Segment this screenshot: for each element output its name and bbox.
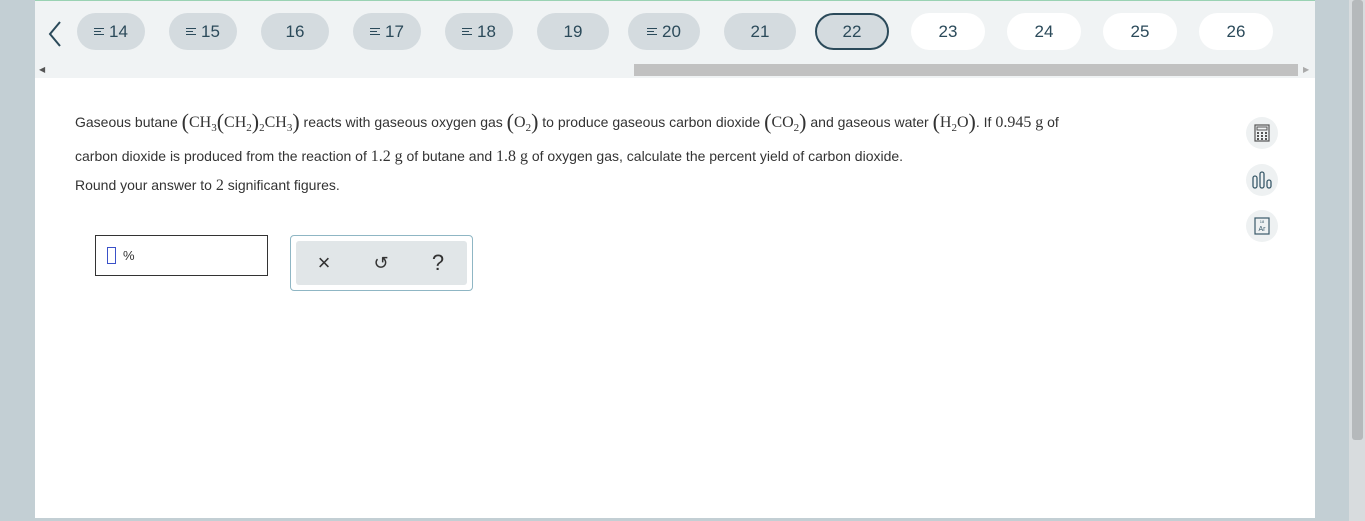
data-chart-icon — [1252, 171, 1272, 189]
formula-part: CH — [224, 114, 247, 131]
question-line-2: carbon dioxide is produced from the reac… — [75, 142, 1225, 171]
data-chart-button[interactable] — [1246, 164, 1278, 196]
periodic-symbol: Ar — [1259, 226, 1267, 233]
question-number: 15 — [201, 21, 220, 41]
question-button-24[interactable]: 24 — [1007, 13, 1081, 50]
open-paren: ( — [216, 109, 225, 134]
answer-tools-panel: × ↺ ? — [290, 235, 473, 291]
question-text-segment: significant figures. — [223, 177, 340, 194]
oxygen-formula: O2 — [514, 114, 531, 134]
close-paren: ) — [251, 109, 260, 134]
question-text-segment: of oxygen gas, calculate the percent yie… — [527, 148, 904, 165]
question-text-segment: carbon dioxide is produced from the reac… — [75, 148, 371, 165]
rounding-instruction: Round your answer to 2 significant figur… — [75, 171, 1225, 200]
question-text-segment: to produce gaseous carbon dioxide — [538, 114, 765, 130]
close-icon: × — [317, 250, 331, 275]
question-button-14[interactable]: 14 — [77, 13, 145, 50]
answered-lines-icon — [370, 26, 381, 37]
question-number: 25 — [1130, 21, 1150, 41]
question-number: 17 — [385, 21, 404, 41]
unit-gram: g — [394, 148, 403, 166]
question-text-segment: of butane and — [402, 148, 497, 165]
question-button-20[interactable]: 20 — [628, 13, 700, 50]
question-number: 20 — [662, 21, 681, 41]
periodic-number: 18 — [1260, 219, 1265, 224]
answer-tools-inner: × ↺ ? — [296, 241, 467, 285]
question-number: 26 — [1226, 21, 1246, 41]
scroll-thumb[interactable] — [634, 64, 1298, 76]
answer-input[interactable]: % — [95, 235, 268, 276]
question-text-segment: Round your answer to — [75, 177, 216, 194]
chevron-left-icon — [48, 21, 61, 47]
question-number: 14 — [109, 21, 128, 41]
butane-formula: CH3(CH2)2CH3 — [188, 109, 292, 134]
question-button-25[interactable]: 25 — [1103, 13, 1177, 50]
question-text: Gaseous butane (CH3(CH2)2CH3) reacts wit… — [75, 108, 1225, 200]
open-paren: ( — [932, 109, 940, 134]
co2-mass-value: 0.945 — [995, 114, 1032, 131]
open-paren: ( — [506, 109, 514, 134]
question-number: 22 — [842, 21, 862, 41]
close-paren: ) — [799, 109, 807, 134]
question-text-segment: and gaseous water — [806, 114, 933, 130]
answered-lines-icon — [94, 26, 105, 37]
question-button-16[interactable]: 16 — [261, 13, 329, 50]
undo-icon: ↺ — [373, 252, 389, 273]
answered-lines-icon — [462, 26, 473, 37]
question-mark-icon: ? — [431, 250, 445, 275]
water-formula: H2O — [939, 114, 969, 134]
answered-lines-icon — [186, 26, 197, 37]
oxygen-mass-value: 1.8 — [496, 148, 517, 166]
question-button-22[interactable]: 22 — [815, 13, 889, 50]
question-line-1: Gaseous butane (CH3(CH2)2CH3) reacts wit… — [75, 108, 1225, 142]
periodic-table-button[interactable]: 18 Ar — [1246, 210, 1278, 242]
formula-part: CO — [771, 114, 794, 131]
butane-mass-value: 1.2 — [370, 148, 391, 166]
question-number: 16 — [285, 21, 305, 41]
periodic-table-icon: 18 Ar — [1254, 217, 1270, 235]
formula-part: CH — [188, 114, 212, 131]
clear-button[interactable]: × — [312, 250, 336, 275]
question-text-segment: of — [1043, 114, 1059, 130]
question-number: 19 — [563, 21, 583, 41]
formula-part: CH — [264, 114, 287, 131]
question-button-15[interactable]: 15 — [169, 13, 237, 50]
close-paren: ) — [968, 109, 976, 134]
calculator-icon — [1254, 124, 1270, 142]
formula-part: O — [514, 114, 526, 131]
previous-questions-arrow[interactable] — [43, 17, 67, 51]
question-number: 21 — [750, 21, 770, 41]
unit-gram: g — [519, 148, 528, 166]
carbon-dioxide-formula: CO2 — [771, 114, 799, 134]
formula-part: H — [939, 114, 952, 131]
question-number: 18 — [477, 21, 496, 41]
question-button-17[interactable]: 17 — [353, 13, 421, 50]
question-button-18[interactable]: 18 — [445, 13, 513, 50]
answered-lines-icon — [647, 26, 658, 37]
scroll-right-arrow-icon[interactable]: ▶ — [1303, 65, 1309, 74]
input-cursor — [107, 247, 116, 264]
sig-figs-value: 2 — [215, 177, 224, 195]
question-button-21[interactable]: 21 — [724, 13, 796, 50]
close-paren: ) — [292, 109, 300, 134]
assessment-frame: 14 15 16 17 18 19 20 21 22 23 24 25 26 ◀… — [35, 0, 1315, 518]
question-number: 24 — [1034, 21, 1054, 41]
question-button-23[interactable]: 23 — [911, 13, 985, 50]
scroll-left-arrow-icon[interactable]: ◀ — [39, 65, 45, 74]
question-button-26[interactable]: 26 — [1199, 13, 1273, 50]
undo-button[interactable]: ↺ — [369, 251, 393, 275]
vertical-scroll-thumb[interactable] — [1352, 0, 1363, 440]
formula-part: O — [956, 114, 969, 131]
question-button-19[interactable]: 19 — [537, 13, 609, 50]
question-text-segment: reacts with gaseous oxygen gas — [299, 114, 507, 130]
question-navigation-bar: 14 15 16 17 18 19 20 21 22 23 24 25 26 — [35, 0, 1315, 63]
open-paren: ( — [181, 109, 189, 134]
help-button[interactable]: ? — [426, 250, 450, 275]
question-text-segment: . If — [975, 114, 996, 130]
percent-unit-label: % — [123, 248, 135, 263]
calculator-button[interactable] — [1246, 117, 1278, 149]
question-number: 23 — [938, 21, 958, 41]
horizontal-scrollbar[interactable]: ◀ ▶ — [35, 62, 1315, 78]
question-text-segment: Gaseous butane — [75, 114, 182, 130]
